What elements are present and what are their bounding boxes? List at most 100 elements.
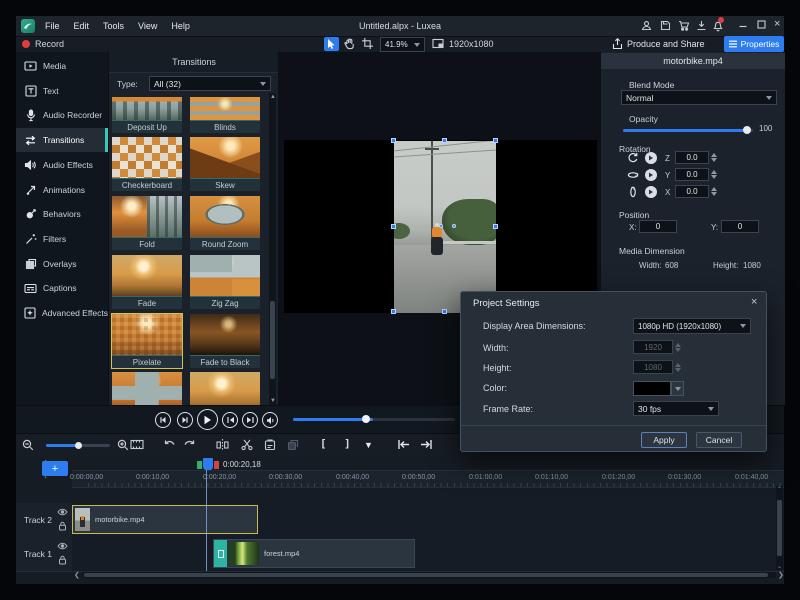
transition-pixelate-selected[interactable]: Pixelate <box>112 314 182 368</box>
dialog-close-button[interactable]: × <box>751 296 757 308</box>
scroll-right-icon[interactable]: ❯ <box>778 571 784 579</box>
timeline-zoom-slider[interactable] <box>46 444 110 447</box>
scroll-left-icon[interactable]: ❮ <box>74 571 80 579</box>
rotation-y-input[interactable]: 0.0 <box>675 168 709 181</box>
clip-forest[interactable]: forest.mp4 <box>213 539 415 568</box>
handle-top-right[interactable] <box>493 138 498 143</box>
save-icon[interactable] <box>660 20 671 31</box>
minimize-button[interactable] <box>738 19 748 30</box>
transitions-scrollbar[interactable]: ▲ ▼ <box>269 93 276 405</box>
play-button[interactable] <box>197 409 218 430</box>
timeline-vscrollbar[interactable]: ⌃ ⌄ <box>776 486 783 570</box>
sidebar-item-text[interactable]: Text <box>16 79 108 103</box>
sidebar-item-transitions[interactable]: Transitions <box>16 128 108 152</box>
scroll-down-icon[interactable]: ▼ <box>270 398 276 404</box>
transition-blinds[interactable]: Blinds <box>190 97 260 133</box>
transition-block[interactable] <box>214 540 227 567</box>
sidebar-item-overlays[interactable]: Overlays <box>16 252 108 276</box>
rotation-z-stepper[interactable] <box>711 151 719 164</box>
sidebar-item-filters[interactable]: Filters <box>16 227 108 251</box>
transition-deposit-up[interactable]: Deposit Up <box>112 97 182 133</box>
go-to-start-icon[interactable] <box>397 439 410 450</box>
trim-in-handle[interactable] <box>197 461 202 469</box>
volume-button[interactable] <box>262 412 278 428</box>
lock-icon[interactable] <box>58 521 67 531</box>
transition-checkerboard[interactable]: Checkerboard <box>112 137 182 191</box>
menu-file[interactable]: File <box>38 21 67 31</box>
reset-y-icon[interactable] <box>645 169 657 181</box>
transition-zig-zag[interactable]: Zig Zag <box>190 255 260 309</box>
handle-top-left[interactable] <box>391 138 396 143</box>
rotation-z-input[interactable]: 0.0 <box>675 151 709 164</box>
sidebar-item-advanced-effects[interactable]: Advanced Effects <box>16 301 108 325</box>
paste-icon[interactable] <box>264 439 276 451</box>
crop-tool-icon[interactable] <box>362 38 373 49</box>
jump-to-start-button[interactable] <box>222 412 238 428</box>
playback-progress-slider[interactable] <box>293 418 455 421</box>
scrollbar-thumb[interactable] <box>270 301 275 379</box>
mark-in-icon[interactable]: [ <box>320 437 327 450</box>
reset-x-icon[interactable] <box>645 186 657 198</box>
handle-bottom-left[interactable] <box>391 309 396 314</box>
scroll-down-icon[interactable]: ⌄ <box>777 563 782 570</box>
previous-frame-button[interactable] <box>155 412 171 428</box>
transition-fade[interactable]: Fade <box>112 255 182 309</box>
display-dimensions-select[interactable]: 1080p HD (1920x1080) <box>633 318 751 334</box>
eye-icon[interactable] <box>57 542 68 550</box>
opacity-slider-handle[interactable] <box>743 126 751 134</box>
download-icon[interactable] <box>696 20 707 31</box>
frame-rate-select[interactable]: 30 fps <box>633 401 719 416</box>
progress-handle[interactable] <box>362 415 370 423</box>
properties-button[interactable]: Properties <box>724 36 784 52</box>
stage[interactable] <box>284 140 597 313</box>
sidebar-item-audio-recorder[interactable]: Audio Recorder <box>16 103 108 127</box>
menu-edit[interactable]: Edit <box>67 21 97 31</box>
cancel-button[interactable]: Cancel <box>696 432 742 448</box>
handle-mid-left[interactable] <box>391 224 396 229</box>
rotation-x-input[interactable]: 0.0 <box>675 185 709 198</box>
transition-fold[interactable]: Fold <box>112 196 182 250</box>
rotate-x-icon[interactable] <box>627 186 639 198</box>
pan-tool-icon[interactable] <box>344 38 356 50</box>
color-swatch[interactable] <box>633 381 671 396</box>
video-preview-motorbike[interactable] <box>394 141 496 313</box>
transition-fade-to-black[interactable]: Fade to Black <box>190 314 260 368</box>
handle-top-center[interactable] <box>442 138 447 143</box>
menu-view[interactable]: View <box>131 21 164 31</box>
track1-lane[interactable] <box>72 537 784 572</box>
reset-z-icon[interactable] <box>645 152 657 164</box>
transition-partial-2[interactable] <box>190 372 260 405</box>
blend-mode-select[interactable]: Normal <box>621 90 777 105</box>
color-dropdown-button[interactable] <box>671 381 684 396</box>
zoom-out-icon[interactable] <box>22 439 34 451</box>
record-icon[interactable] <box>22 40 30 48</box>
anchor-point[interactable] <box>439 224 443 228</box>
sidebar-item-captions[interactable]: Captions <box>16 276 108 300</box>
rotate-y-icon[interactable] <box>627 169 639 181</box>
rotation-anchor[interactable] <box>452 224 456 228</box>
fit-timeline-icon[interactable] <box>130 439 144 450</box>
scroll-up-icon[interactable]: ⌃ <box>777 486 782 493</box>
canvas-size-icon[interactable] <box>432 38 444 49</box>
add-marker-icon[interactable]: ▼ <box>364 440 373 450</box>
lock-icon[interactable] <box>58 555 67 565</box>
redo-icon[interactable] <box>183 439 196 450</box>
jump-to-end-button[interactable] <box>242 412 258 428</box>
account-icon[interactable] <box>641 20 652 31</box>
rotation-x-stepper[interactable] <box>711 185 719 198</box>
zoom-level-select[interactable]: 41.9% <box>380 37 425 52</box>
produce-share-icon[interactable] <box>612 38 623 50</box>
sidebar-item-behaviors[interactable]: Behaviors <box>16 202 108 226</box>
rotate-z-icon[interactable] <box>627 152 639 164</box>
next-frame-button[interactable] <box>177 412 193 428</box>
sidebar-item-audio-effects[interactable]: Audio Effects <box>16 153 108 177</box>
timeline-hscrollbar[interactable] <box>82 572 776 578</box>
vscrollbar-thumb[interactable] <box>777 500 782 556</box>
rotation-y-stepper[interactable] <box>711 168 719 181</box>
close-button[interactable]: × <box>774 18 780 30</box>
scroll-up-icon[interactable]: ▲ <box>270 94 276 100</box>
eye-icon[interactable] <box>57 508 68 516</box>
produce-share-button[interactable]: Produce and Share <box>627 39 705 49</box>
opacity-slider[interactable] <box>623 129 753 132</box>
handle-mid-right[interactable] <box>493 224 498 229</box>
